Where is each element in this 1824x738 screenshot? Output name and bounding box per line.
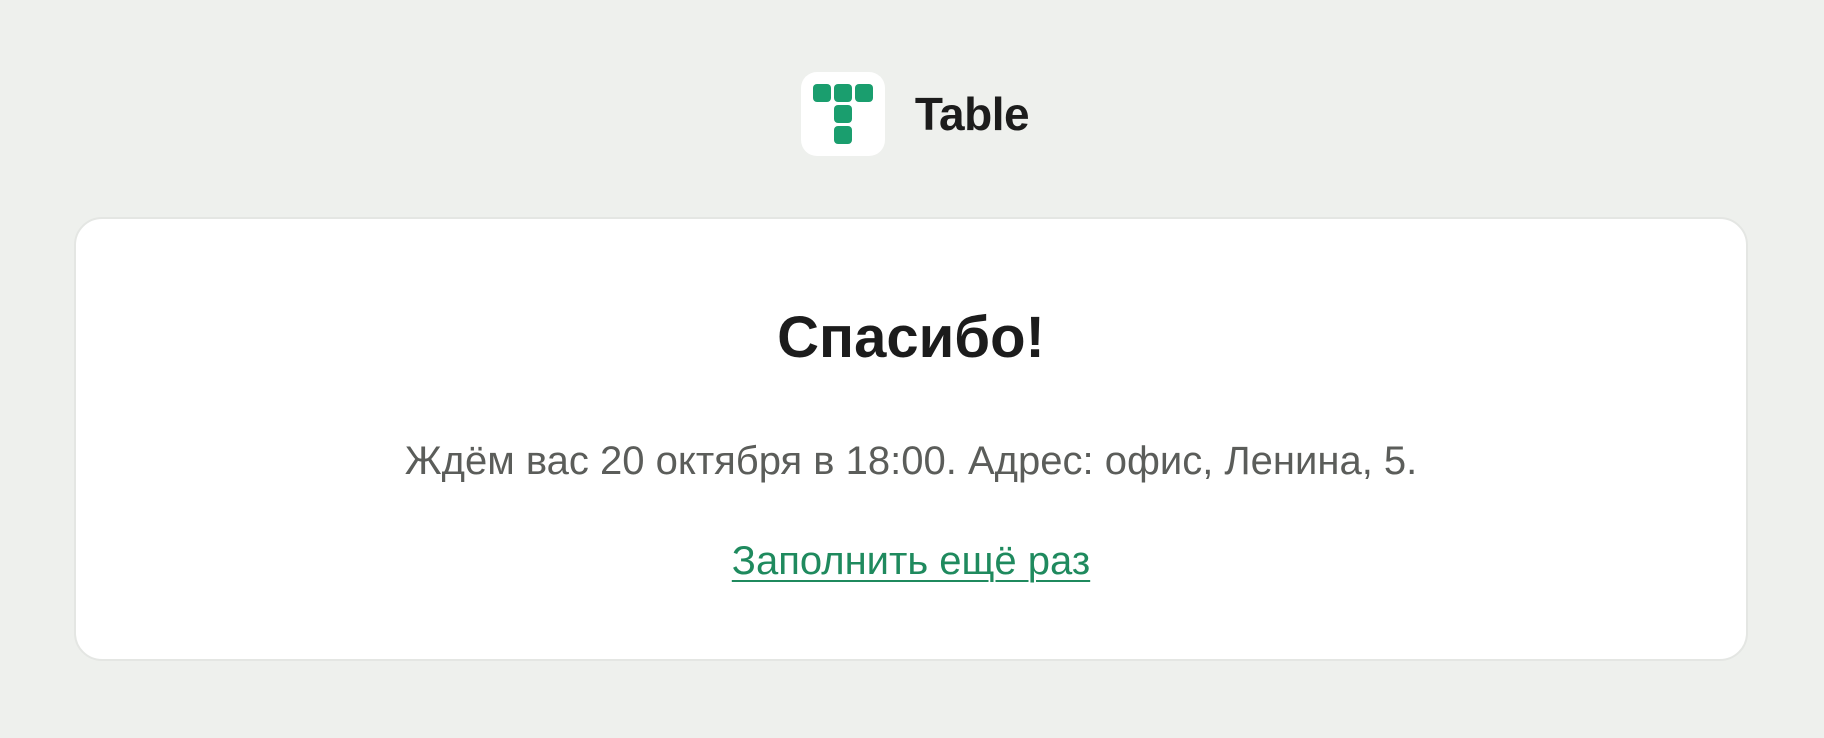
confirmation-card: Спасибо! Ждём вас 20 октября в 18:00. Ад…: [74, 217, 1748, 661]
confirmation-message: Ждём вас 20 октября в 18:00. Адрес: офис…: [404, 439, 1418, 483]
brand-header: Table: [0, 72, 1824, 156]
brand-group: Table: [800, 72, 1030, 156]
logo-block: [833, 105, 852, 123]
logo-block: [833, 84, 852, 102]
logo-block: [854, 84, 873, 102]
logo-block: [812, 84, 831, 102]
fill-again-link[interactable]: Заполнить ещё раз: [732, 539, 1090, 583]
table-logo-icon: [800, 72, 885, 156]
logo-block: [833, 126, 852, 144]
page-title: Спасибо!: [777, 305, 1045, 370]
fill-again-row: Заполнить ещё раз: [76, 537, 1746, 585]
brand-name: Table: [914, 88, 1030, 140]
